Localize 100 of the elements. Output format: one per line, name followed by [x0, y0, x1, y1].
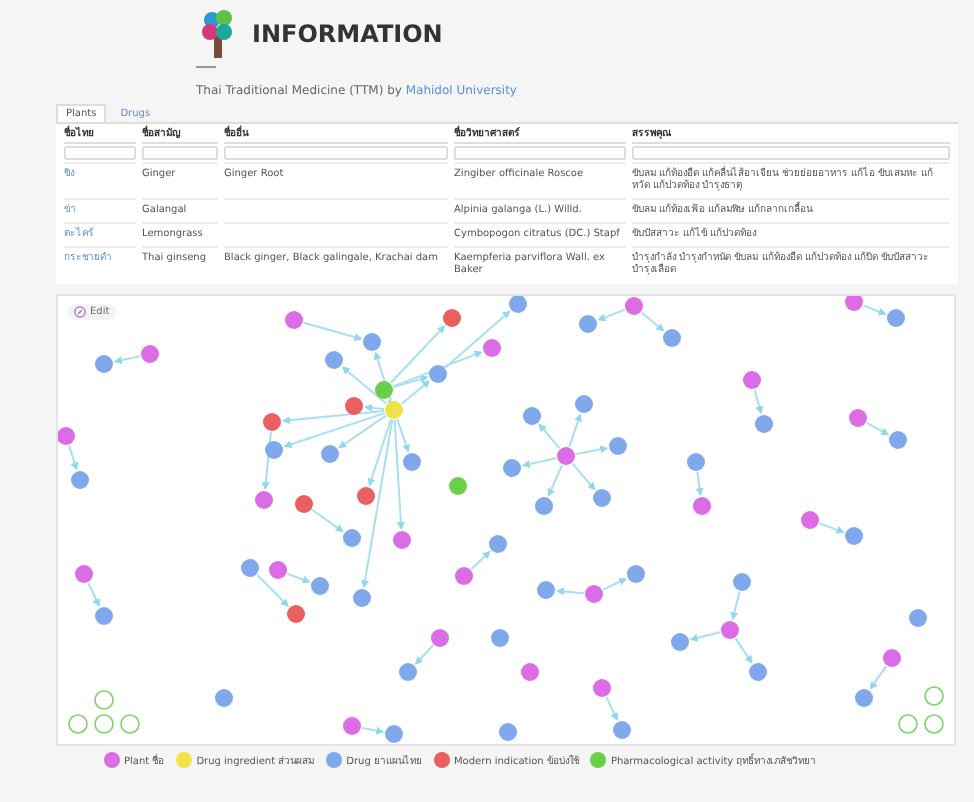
graph-node[interactable] — [325, 351, 343, 369]
graph-node[interactable] — [733, 573, 751, 591]
navigation-controls[interactable] — [68, 690, 140, 734]
graph-node[interactable] — [345, 397, 363, 415]
graph-node[interactable] — [95, 607, 113, 625]
connector-line — [862, 304, 887, 316]
connector-line — [470, 550, 491, 571]
graph-node[interactable] — [609, 437, 627, 455]
graph-node[interactable] — [295, 495, 313, 513]
graph-node[interactable] — [357, 487, 375, 505]
graph-node[interactable] — [403, 453, 421, 471]
graph-node[interactable] — [429, 365, 447, 383]
connector-line — [113, 355, 142, 365]
graph-node[interactable] — [845, 296, 863, 311]
graph-node[interactable] — [749, 663, 767, 681]
graph-node[interactable] — [687, 453, 705, 471]
graph-node[interactable] — [575, 395, 593, 413]
graph-node[interactable] — [593, 489, 611, 507]
graph-node[interactable] — [375, 381, 393, 399]
graph-node[interactable] — [483, 339, 501, 357]
graph-node[interactable] — [849, 409, 867, 427]
graph-node[interactable] — [215, 689, 233, 707]
graph-node[interactable] — [521, 663, 539, 681]
connector-line — [311, 508, 344, 533]
connector-line — [571, 462, 596, 491]
filter-field[interactable] — [224, 146, 448, 160]
graph-node[interactable] — [449, 477, 467, 495]
graph-node[interactable] — [431, 629, 449, 647]
graph-node[interactable] — [363, 333, 381, 351]
graph-node[interactable] — [241, 559, 259, 577]
graph-node[interactable] — [71, 471, 89, 489]
graph-node[interactable] — [491, 629, 509, 647]
connector-line — [865, 421, 890, 436]
graph-node[interactable] — [593, 679, 611, 697]
connector-line — [555, 587, 586, 596]
graph-node[interactable] — [263, 413, 281, 431]
graph-node[interactable] — [311, 577, 329, 595]
graph-node[interactable] — [523, 407, 541, 425]
graph-node[interactable] — [585, 585, 603, 603]
filter-field[interactable] — [142, 146, 218, 160]
graph-node[interactable] — [385, 401, 403, 419]
filter-field[interactable] — [64, 146, 136, 160]
graph-node[interactable] — [535, 497, 553, 515]
connector-line — [605, 696, 618, 721]
graph-node[interactable] — [613, 721, 631, 739]
graph-node[interactable] — [343, 717, 361, 735]
graph-node[interactable] — [743, 371, 761, 389]
graph-node[interactable] — [503, 459, 521, 477]
connector-line — [602, 578, 627, 591]
graph-node[interactable] — [625, 297, 643, 315]
connector-line — [730, 590, 741, 621]
page-title: INFORMATION — [252, 20, 443, 48]
graph-node[interactable] — [883, 649, 901, 667]
graph-node[interactable] — [287, 605, 305, 623]
graph-node[interactable] — [693, 497, 711, 515]
graph-node[interactable] — [141, 345, 159, 363]
connector-line — [414, 644, 435, 665]
connector-line — [87, 582, 100, 607]
graph-node[interactable] — [557, 447, 575, 465]
graph-node[interactable] — [845, 527, 863, 545]
graph-node[interactable] — [499, 723, 517, 741]
graph-node[interactable] — [265, 441, 283, 459]
graph-node[interactable] — [855, 689, 873, 707]
filter-field[interactable] — [632, 146, 950, 160]
connector-line — [538, 423, 561, 450]
graph-node[interactable] — [58, 427, 75, 445]
graph-node[interactable] — [489, 535, 507, 553]
graph-node[interactable] — [627, 565, 645, 583]
connector-line — [597, 308, 626, 322]
connector-line — [753, 388, 764, 415]
graph-node[interactable] — [889, 431, 907, 449]
graph-node[interactable] — [755, 415, 773, 433]
graph-node[interactable] — [95, 355, 113, 373]
connector-line — [302, 321, 363, 341]
graph-node[interactable] — [343, 529, 361, 547]
graph-node[interactable] — [255, 491, 273, 509]
tree-logo — [200, 8, 236, 60]
graph-node[interactable] — [801, 511, 819, 529]
filter-field[interactable] — [454, 146, 626, 160]
graph-node[interactable] — [509, 296, 527, 313]
graph-node[interactable] — [385, 725, 403, 743]
graph-node[interactable] — [887, 309, 905, 327]
graph-node[interactable] — [321, 445, 339, 463]
graph-node[interactable] — [721, 621, 739, 639]
graph-node[interactable] — [353, 589, 371, 607]
graph-node[interactable] — [443, 309, 461, 327]
connector-line — [818, 522, 845, 534]
graph-node[interactable] — [663, 329, 681, 347]
graph-node[interactable] — [537, 581, 555, 599]
graph-node[interactable] — [671, 633, 689, 651]
zoom-controls[interactable] — [898, 686, 944, 734]
connector-line — [261, 430, 272, 491]
graph-node[interactable] — [75, 565, 93, 583]
graph-node[interactable] — [269, 561, 287, 579]
graph-node[interactable] — [285, 311, 303, 329]
graph-node[interactable] — [455, 567, 473, 585]
graph-node[interactable] — [909, 609, 927, 627]
graph-node[interactable] — [399, 663, 417, 681]
graph-node[interactable] — [579, 315, 597, 333]
graph-node[interactable] — [393, 531, 411, 549]
